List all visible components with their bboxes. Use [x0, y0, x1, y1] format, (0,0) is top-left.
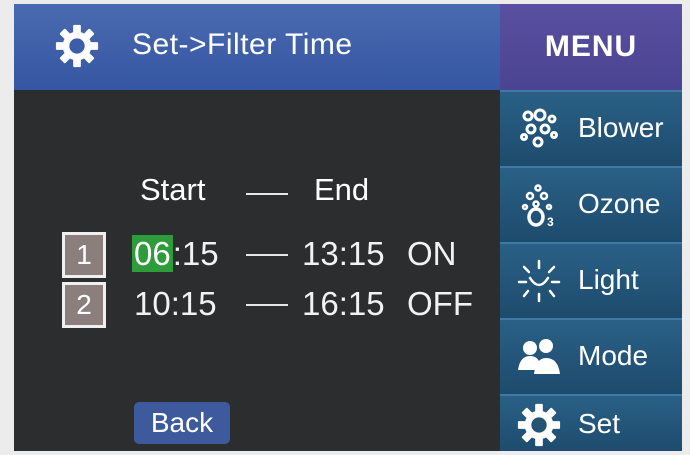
menu-label-set: Set — [578, 408, 621, 439]
gear-icon — [55, 24, 99, 68]
menu-item-blower[interactable]: Blower — [500, 90, 682, 166]
menu-item-mode[interactable]: Mode — [500, 318, 682, 394]
start-minutes-1[interactable]: :15 — [173, 235, 219, 272]
start-column-label: Start — [140, 172, 206, 207]
end-time-2[interactable]: 16:15 — [302, 282, 385, 326]
start-hour-selected[interactable]: 06 — [132, 235, 173, 272]
side-menu: MENU Blower 3 Ozone Light Mode Set — [500, 4, 682, 451]
menu-item-set[interactable]: Set — [500, 394, 682, 451]
start-time-2[interactable]: 10:15 — [134, 282, 217, 326]
schedule-row-1[interactable]: 1 06:15 13:15 ON — [62, 232, 492, 278]
row-dash-1 — [246, 254, 288, 256]
status-1[interactable]: ON — [407, 232, 457, 276]
menu-label-blower: Blower — [578, 112, 664, 143]
status-2[interactable]: OFF — [407, 282, 473, 326]
gear-icon — [517, 403, 561, 447]
bubbles-icon — [520, 108, 558, 148]
menu-label-mode: Mode — [578, 340, 649, 371]
svg-text:3: 3 — [547, 215, 554, 228]
device-screen: Set->Filter Time Start End 1 06:15 13:15… — [14, 4, 682, 451]
menu-label-ozone: Ozone — [578, 188, 661, 219]
header-dash — [246, 193, 288, 195]
menu-label-light: Light — [578, 264, 639, 295]
row-dash-2 — [246, 304, 288, 306]
schedule-row-2[interactable]: 2 10:15 16:15 OFF — [62, 282, 492, 328]
title-bar: Set->Filter Time — [14, 4, 500, 90]
row-number-1[interactable]: 1 — [62, 232, 106, 278]
page-title: Set->Filter Time — [132, 28, 353, 61]
light-icon — [517, 259, 561, 303]
back-button[interactable]: Back — [134, 402, 230, 444]
end-column-label: End — [314, 172, 370, 207]
menu-item-ozone[interactable]: 3 Ozone — [500, 166, 682, 242]
row-number-2[interactable]: 2 — [62, 282, 106, 328]
users-icon — [518, 339, 560, 374]
start-time-1[interactable]: 06:15 — [132, 232, 219, 276]
menu-item-light[interactable]: Light — [500, 242, 682, 318]
end-time-1[interactable]: 13:15 — [302, 232, 385, 276]
ozone-icon: 3 — [521, 184, 554, 228]
menu-title: MENU — [500, 4, 682, 90]
